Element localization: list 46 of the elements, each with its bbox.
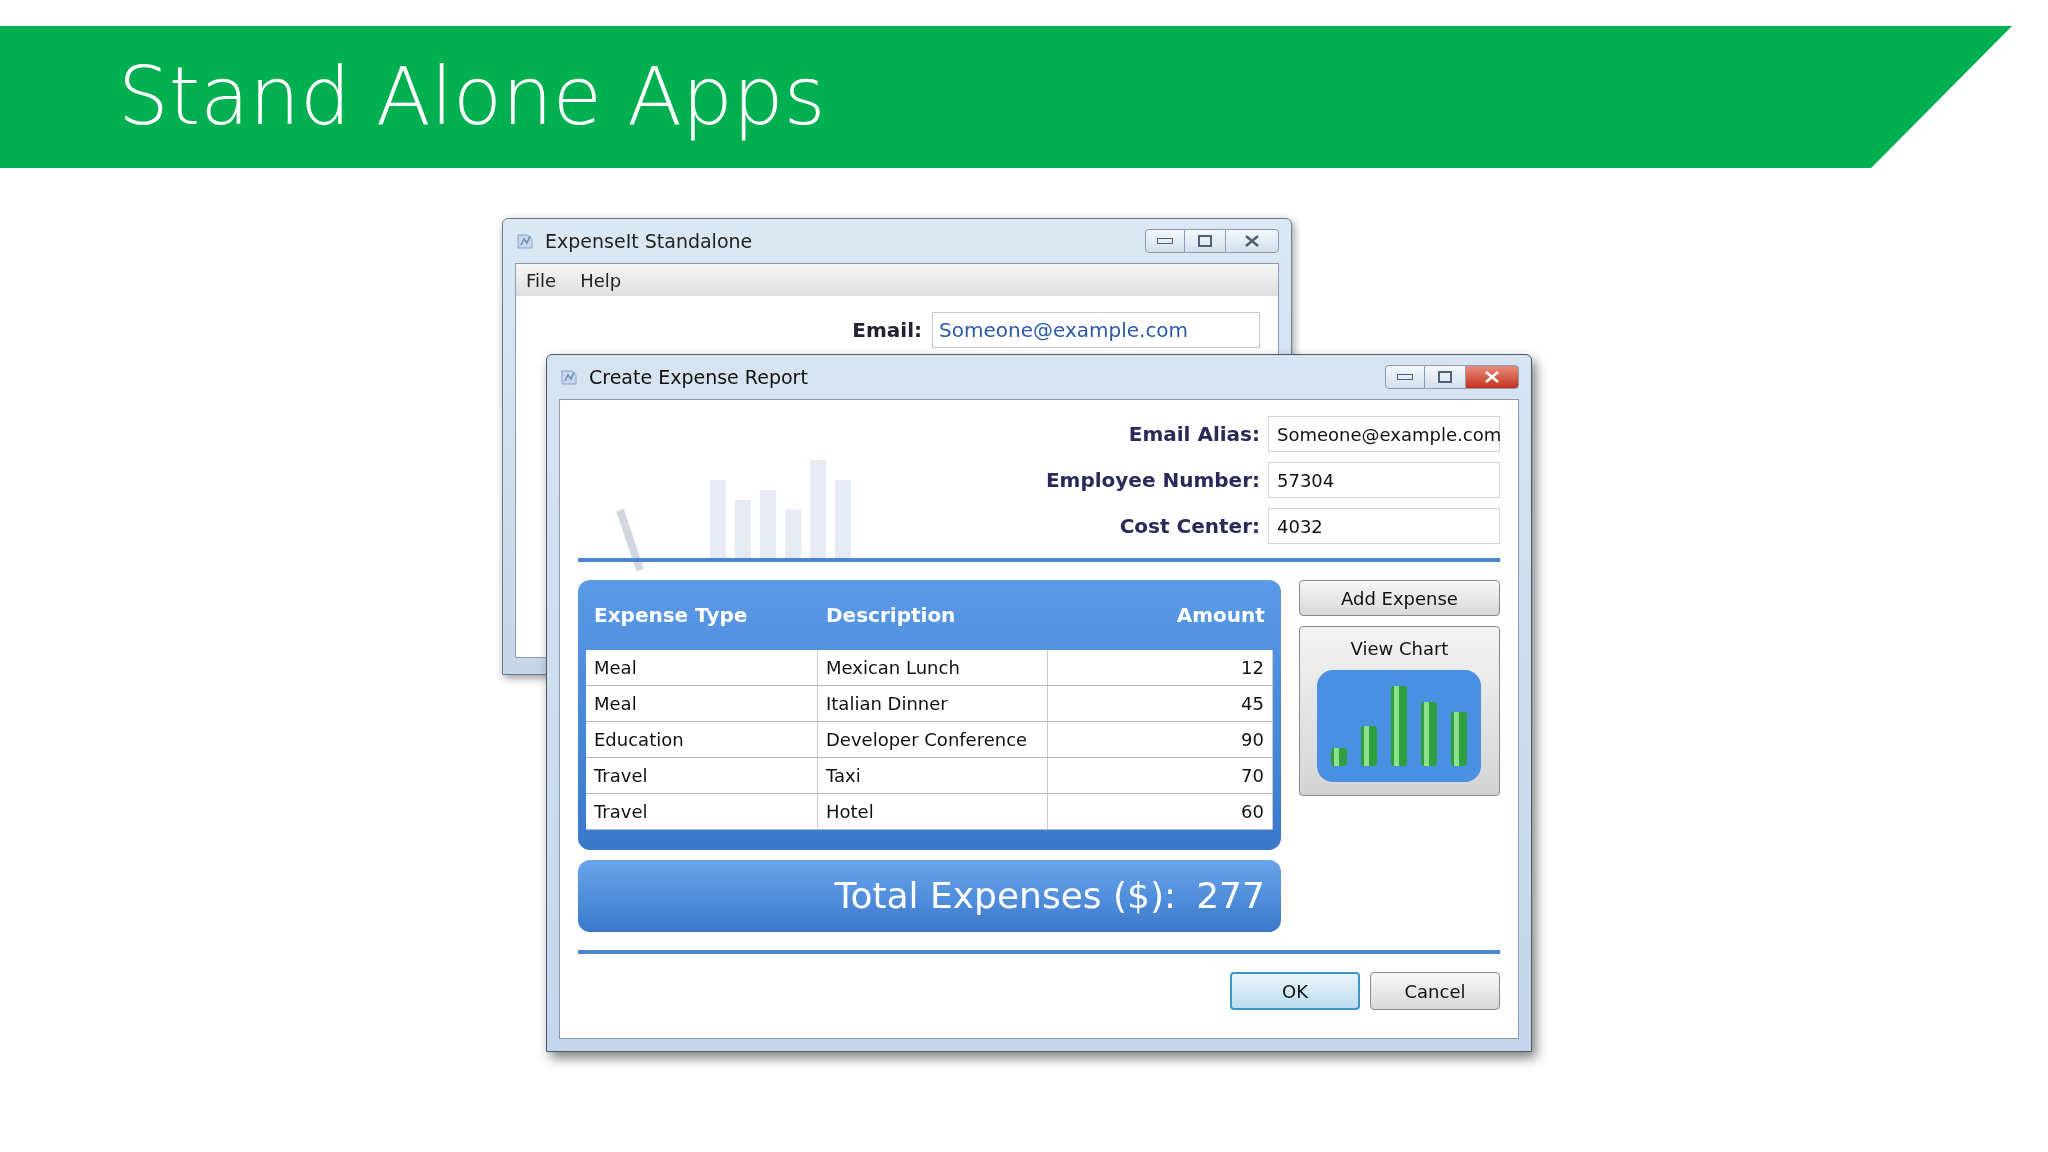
table-cell: 45: [1048, 686, 1273, 721]
table-cell: Meal: [586, 686, 818, 721]
close-button[interactable]: [1465, 365, 1519, 389]
minimize-button[interactable]: [1385, 365, 1425, 389]
window-title: Create Expense Report: [589, 364, 809, 390]
email-label: Email:: [852, 317, 922, 344]
field-label: Cost Center:: [1119, 513, 1260, 540]
app-icon: [515, 231, 535, 251]
table-cell: 60: [1048, 794, 1273, 829]
dialog-button[interactable]: Cancel: [1370, 972, 1500, 1010]
input-field[interactable]: Someone@example.com: [1268, 416, 1500, 452]
table-cell: Taxi: [818, 758, 1048, 793]
table-cell: Mexican Lunch: [818, 650, 1048, 685]
maximize-button[interactable]: [1185, 229, 1225, 253]
table-cell: Hotel: [818, 794, 1048, 829]
total-label: Total Expenses ($):: [834, 874, 1177, 918]
window-title: ExpenseIt Standalone: [545, 228, 754, 254]
view-chart-button[interactable]: View Chart: [1298, 626, 1500, 796]
close-icon: [1485, 371, 1499, 383]
input-field[interactable]: 4032: [1268, 508, 1500, 544]
close-icon: [1245, 235, 1259, 247]
minimize-button[interactable]: [1145, 229, 1185, 253]
table-cell: Italian Dinner: [818, 686, 1048, 721]
email-field[interactable]: Someone@example.com: [932, 312, 1260, 348]
add-expense-button[interactable]: Add Expense: [1298, 580, 1500, 616]
column-header: Amount: [1175, 602, 1266, 629]
table-cell: Developer Conference: [818, 722, 1048, 757]
table-cell: 12: [1048, 650, 1273, 685]
table-cell: Travel: [586, 794, 818, 829]
maximize-button[interactable]: [1425, 365, 1465, 389]
column-header: Description: [825, 602, 957, 629]
field-label: Email Alias:: [1128, 421, 1260, 448]
table-cell: 70: [1048, 758, 1273, 793]
field-label: Employee Number:: [1045, 467, 1260, 494]
app-icon: [559, 367, 579, 387]
column-header: Expense Type: [593, 602, 749, 629]
dialog-button[interactable]: OK: [1230, 972, 1360, 1010]
input-field[interactable]: 57304: [1268, 462, 1500, 498]
menu-item[interactable]: Help: [580, 266, 622, 294]
table-cell: 90: [1048, 722, 1273, 757]
total-value: 277: [1196, 874, 1265, 918]
table-cell: Travel: [586, 758, 818, 793]
table-cell: Meal: [586, 650, 818, 685]
table-cell: Education: [586, 722, 818, 757]
close-button[interactable]: [1225, 229, 1279, 253]
menu-item[interactable]: File: [526, 266, 557, 294]
